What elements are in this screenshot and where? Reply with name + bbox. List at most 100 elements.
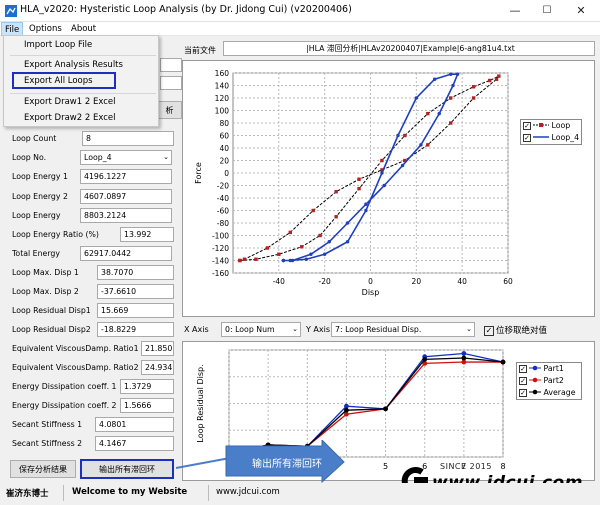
field-value[interactable]: 4.1467 (95, 436, 174, 451)
hysteresis-chart: -160 -140 -120 -100 -80 -60 -40 -20 0 20 40 60 80 100… (194, 69, 513, 297)
path-field-stub-2[interactable] (160, 76, 182, 90)
legend-swatch-part1 (529, 365, 541, 371)
field-label: Loop Energy Ratio (%) (12, 230, 99, 239)
legend-item-part1[interactable]: ✓ Part1 (519, 364, 581, 376)
field-row: Loop Residual Disp1 15.669 (10, 303, 182, 320)
data-point (345, 221, 350, 225)
legend-item-average[interactable]: ✓ Average (519, 388, 581, 400)
y-axis-select[interactable]: 7: Loop Residual Disp. ⌄ (331, 322, 475, 337)
field-label: Secant Stiffness 1 (12, 420, 83, 429)
path-field-stub[interactable] (160, 58, 182, 72)
field-value[interactable]: -18.8229 (97, 322, 174, 337)
file-menu-dropdown: Import Loop File Export Analysis Results… (3, 35, 159, 127)
data-point (281, 258, 286, 263)
abs-disp-checkbox[interactable]: ✓ (484, 325, 494, 336)
field-value-text: 21.850 (145, 344, 173, 353)
data-point (497, 74, 501, 78)
y-tick-label: 80 (219, 119, 229, 128)
field-value[interactable]: 62917.0442 (80, 246, 172, 261)
field-value[interactable]: 4.0801 (95, 417, 174, 432)
chevron-down-icon: ⌄ (466, 325, 472, 333)
legend-checkbox-average[interactable]: ✓ (519, 389, 527, 397)
y-axis-title: Force (194, 162, 203, 184)
legend-checkbox-part1[interactable]: ✓ (519, 365, 527, 373)
y-tick-label: -80 (217, 219, 229, 228)
field-value[interactable]: 15.669 (97, 303, 174, 318)
menu-item-export-all-loops[interactable]: Export All Loops (24, 76, 93, 86)
field-row: Total Energy 62917.0442 (10, 246, 182, 263)
field-row: Equivalent ViscousDamp. Ratio2 (%) 24.934 (10, 360, 182, 377)
data-point (290, 258, 295, 263)
y-tick-label: 120 (215, 94, 230, 103)
file-path-field[interactable]: |HLA 滞回分析|HLAv20200407|Example|6-ang81u4… (223, 41, 595, 56)
menu-item-export-draw1[interactable]: Export Draw1 2 Excel (24, 97, 115, 107)
y-tick-label: 20 (219, 157, 229, 166)
field-value[interactable]: 24.934 (141, 360, 174, 375)
data-point (242, 257, 247, 261)
legend-checkbox-loop[interactable]: ✓ (523, 122, 531, 130)
maximize-button[interactable]: ☐ (534, 2, 560, 20)
abs-disp-option[interactable]: ✓ 位移取绝对值 (484, 324, 547, 336)
data-point (432, 77, 437, 81)
field-value[interactable]: 1.5666 (120, 398, 174, 413)
y-tick-label: 100 (215, 107, 230, 116)
field-label: Loop Max. Disp 2 (12, 287, 79, 296)
y-tick-label: -20 (217, 182, 229, 191)
legend-swatch-average (529, 389, 541, 395)
save-results-button[interactable]: 保存分析结果 (10, 460, 76, 478)
minimize-button[interactable]: — (502, 2, 528, 20)
field-value-text: 8803.2124 (84, 211, 127, 220)
menu-item-export-draw2[interactable]: Export Draw2 2 Excel (24, 113, 115, 123)
data-point (344, 407, 349, 413)
y-axis-title: Loop Residual Disp. (196, 364, 205, 442)
field-value[interactable]: 8803.2124 (80, 208, 172, 223)
callout-text: 输出所有滞回环 (252, 459, 322, 470)
loop-no-select[interactable]: Loop_4 ⌄ (80, 150, 172, 165)
field-value-text: 4607.0897 (84, 192, 127, 201)
field-row: Loop Max. Disp 1 38.7070 (10, 265, 182, 282)
menu-file[interactable]: File (1, 22, 24, 36)
field-value-text: -37.6610 (101, 287, 137, 296)
x-axis-select[interactable]: 0: Loop Num ⌄ (221, 322, 301, 337)
field-value[interactable]: 1.3729 (120, 379, 174, 394)
field-value-text: 4196.1227 (84, 172, 127, 181)
field-label: Equivalent ViscousDamp. Ratio2 (%) (12, 363, 155, 372)
data-point (487, 78, 492, 83)
menu-item-import-loop[interactable]: Import Loop File (24, 40, 92, 50)
field-value[interactable]: 8 (82, 131, 174, 146)
y-tick-label: 140 (215, 82, 230, 91)
x-tick-label: 40 (457, 277, 467, 286)
export-all-loops-button[interactable]: 输出所有滞回环 (80, 459, 174, 479)
analyze-button[interactable]: 析 (157, 101, 182, 119)
menu-about[interactable]: About (68, 22, 99, 36)
field-label: Total Energy (12, 249, 60, 258)
menu-item-export-analysis[interactable]: Export Analysis Results (24, 60, 123, 70)
legend-swatch-part2 (529, 377, 541, 383)
close-button[interactable]: ✕ (568, 2, 594, 20)
watermark-since: SINCE 2015 (440, 462, 492, 471)
legend-item-part2[interactable]: ✓ Part2 (519, 376, 581, 388)
data-point (380, 171, 384, 175)
menu-options[interactable]: Options (26, 22, 65, 36)
x-tick-label: -40 (273, 277, 285, 286)
field-value[interactable]: 21.850 (141, 341, 174, 356)
field-label: Energy Dissipation coeff. 2 (12, 401, 117, 410)
legend-checkbox-loop4[interactable]: ✓ (523, 134, 531, 142)
data-point (364, 208, 368, 213)
y-tick-label: -160 (212, 269, 229, 278)
field-value[interactable]: 4196.1227 (80, 169, 172, 184)
field-value[interactable]: 38.7070 (97, 265, 174, 280)
data-point (300, 245, 304, 249)
field-value-text: 1.3729 (124, 382, 152, 391)
field-row: Energy Dissipation coeff. 2 1.5666 (10, 398, 182, 415)
legend-item-loop4[interactable]: ✓ Loop_4 (523, 133, 581, 145)
legend-item-loop[interactable]: ✓ Loop (523, 121, 581, 133)
x-axis-title: Disp (362, 288, 380, 297)
field-value[interactable]: 13.992 (120, 227, 174, 242)
field-value[interactable]: -37.6610 (97, 284, 174, 299)
field-value[interactable]: 4607.0897 (80, 189, 172, 204)
title-bar: HLA_v2020: Hysteristic Loop Analysis (by… (0, 0, 600, 22)
field-value-text: 4.0801 (99, 420, 127, 429)
legend-checkbox-part2[interactable]: ✓ (519, 377, 527, 385)
menu-separator (10, 55, 156, 56)
